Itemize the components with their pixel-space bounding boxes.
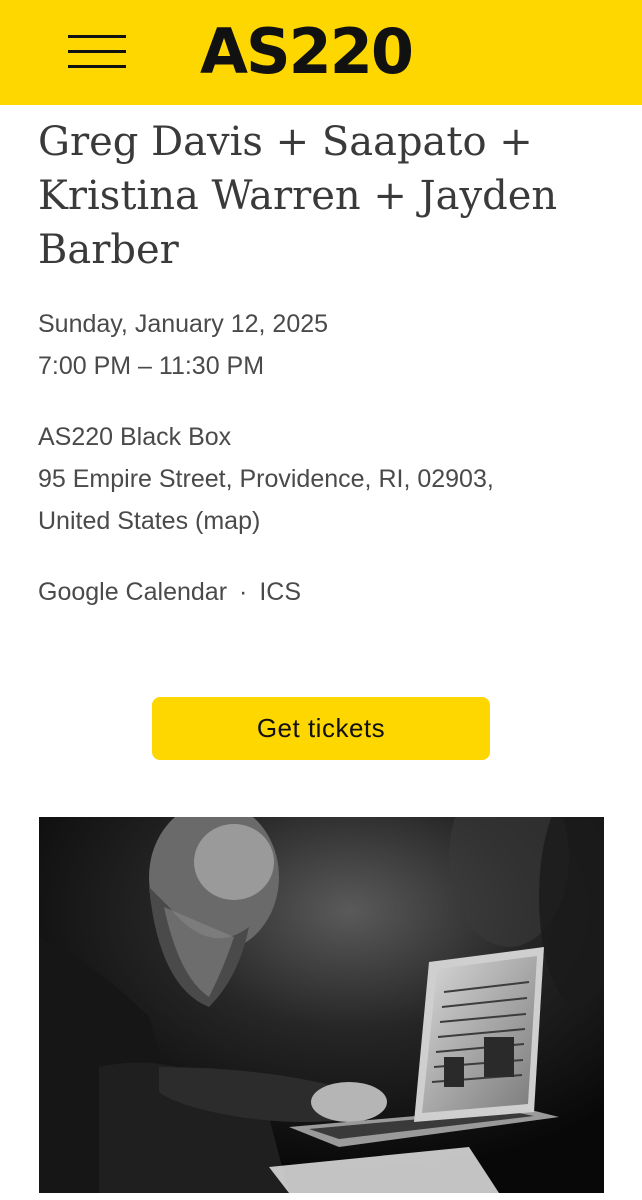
ics-link[interactable]: ICS — [259, 578, 301, 606]
menu-bar — [68, 65, 126, 68]
site-header: AS220 — [0, 0, 642, 105]
venue-name: AS220 Black Box — [38, 423, 232, 451]
event-datetime: Sunday, January 12, 2025 7:00 PM – 11:30… — [38, 303, 328, 387]
event-date: Sunday, January 12, 2025 — [38, 310, 329, 338]
venue-address: 95 Empire Street, Providence, RI, 02903, — [38, 465, 494, 493]
event-time: 7:00 PM – 11:30 PM — [38, 352, 265, 380]
calendar-links: Google Calendar · ICS — [38, 571, 301, 613]
map-link[interactable]: (map) — [195, 507, 260, 535]
event-photo — [39, 817, 604, 1193]
calendar-separator: · — [239, 578, 248, 606]
menu-bar — [68, 35, 126, 38]
photo-illustration — [39, 817, 604, 1193]
menu-bar — [68, 50, 126, 53]
event-title: Greg Davis + Saapato + Kristina Warren +… — [38, 119, 558, 273]
venue-country: United States — [38, 507, 196, 535]
event-location: AS220 Black Box 95 Empire Street, Provid… — [38, 416, 494, 542]
hamburger-menu-icon[interactable] — [68, 33, 126, 71]
venue-country-line: United States (map) — [38, 500, 494, 542]
google-calendar-link[interactable]: Google Calendar — [38, 578, 227, 606]
get-tickets-button[interactable]: Get tickets — [152, 697, 490, 760]
site-logo[interactable]: AS220 — [200, 16, 414, 88]
